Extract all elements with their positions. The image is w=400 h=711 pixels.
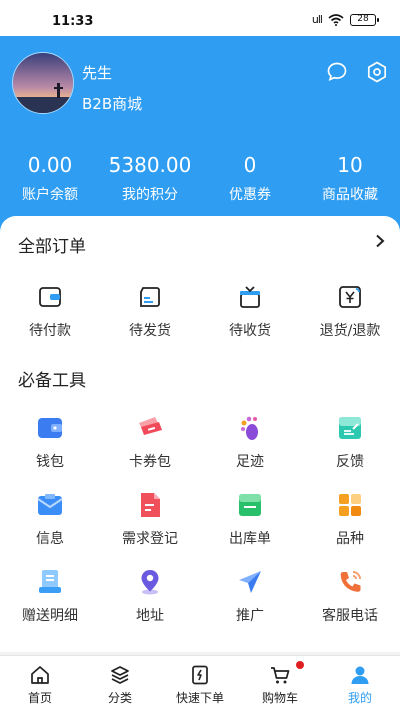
tool-label: 卡券包 <box>129 454 171 470</box>
tab-category[interactable]: 分类 <box>80 656 160 711</box>
feedback-icon <box>339 417 361 439</box>
message-icon[interactable] <box>325 60 349 84</box>
tool-label: 地址 <box>136 608 164 624</box>
location-icon <box>141 570 159 595</box>
gift-icon <box>240 286 260 308</box>
account-stats: 0.00 账户余额 5380.00 我的积分 0 优惠券 10 商品收藏 <box>0 150 400 206</box>
tool-label: 出库单 <box>229 531 271 547</box>
battery-icon: 28 <box>350 13 379 26</box>
tool-feedback[interactable]: 反馈 <box>300 413 400 471</box>
stat-points[interactable]: 5380.00 我的积分 <box>100 150 200 206</box>
stat-value: 10 <box>337 153 363 177</box>
order-pending-payment[interactable]: 待付款 <box>0 282 100 340</box>
order-status-label: 待发货 <box>129 323 171 339</box>
stat-value: 0 <box>243 153 257 177</box>
order-status-row: 待付款 待发货 待收货 退货/退款 <box>0 282 400 340</box>
profile-icon <box>351 666 369 684</box>
tool-label: 反馈 <box>336 454 364 470</box>
settings-icon[interactable] <box>365 60 389 84</box>
tool-footprint[interactable]: 足迹 <box>200 413 300 471</box>
tool-coupon[interactable]: 卡券包 <box>100 413 200 471</box>
box-icon <box>140 287 160 307</box>
tab-quick-order[interactable]: 快速下单 <box>160 656 240 711</box>
message-icon <box>37 494 63 515</box>
stat-label: 我的积分 <box>122 187 178 203</box>
category-icon <box>339 494 361 516</box>
stat-favorites[interactable]: 10 商品收藏 <box>300 150 400 206</box>
ticket-icon <box>139 417 162 435</box>
tool-demand-register[interactable]: 需求登记 <box>100 490 200 548</box>
stat-label: 商品收藏 <box>322 187 378 203</box>
status-indicators: ull 28 <box>311 13 379 26</box>
tool-label: 需求登记 <box>122 531 178 547</box>
order-refund[interactable]: 退货/退款 <box>300 282 400 340</box>
layers-icon <box>111 666 129 684</box>
cart-icon <box>271 667 290 684</box>
home-icon <box>31 666 49 684</box>
tool-label: 信息 <box>36 531 64 547</box>
phone-icon <box>340 571 361 592</box>
tab-label: 首页 <box>27 691 52 705</box>
wallet-icon <box>39 287 61 307</box>
document-icon <box>141 493 160 517</box>
tool-category[interactable]: 品种 <box>300 490 400 548</box>
avatar[interactable] <box>12 52 74 114</box>
quick-order-icon <box>192 665 208 685</box>
cart-badge-dot <box>296 661 304 669</box>
tool-label: 推广 <box>236 608 264 624</box>
tool-service-phone[interactable]: 客服电话 <box>300 567 400 625</box>
tool-message[interactable]: 信息 <box>0 490 100 548</box>
tab-label: 购物车 <box>261 691 298 705</box>
refund-icon <box>339 286 361 308</box>
stat-balance[interactable]: 0.00 账户余额 <box>0 150 100 206</box>
order-status-label: 待付款 <box>29 323 71 339</box>
tools-row: 信息 需求登记 出库单 品种 <box>0 490 400 548</box>
shop-name: B2B商城 <box>82 95 143 113</box>
main-card: 全部订单 待付款 待发货 待收货 退货/退款 必备工具 钱包 卡券包 足迹 反馈… <box>0 216 400 652</box>
tools-row: 赠送明细 地址 推广 客服电话 <box>0 567 400 625</box>
tool-label: 品种 <box>336 531 364 547</box>
tab-profile[interactable]: 我的 <box>320 656 400 711</box>
outbound-icon <box>239 494 261 516</box>
stat-value: 5380.00 <box>108 153 192 177</box>
stat-label: 账户余额 <box>22 187 78 203</box>
tab-label: 分类 <box>107 691 132 705</box>
tool-label: 赠送明细 <box>22 608 78 624</box>
user-name: 先生 <box>82 64 113 82</box>
tools-title: 必备工具 <box>18 371 86 391</box>
signal-icon: ull <box>311 13 323 26</box>
footprint-icon <box>241 416 258 440</box>
order-status-label: 待收货 <box>229 323 271 339</box>
stat-coupons[interactable]: 0 优惠券 <box>200 150 300 206</box>
tab-label: 我的 <box>347 691 372 705</box>
stat-value: 0.00 <box>27 153 73 177</box>
wifi-icon <box>328 13 344 26</box>
status-bar: 11:33 ull 28 <box>0 0 400 36</box>
stat-label: 优惠券 <box>229 187 271 203</box>
order-status-label: 退货/退款 <box>319 323 381 339</box>
orders-title[interactable]: 全部订单 <box>18 232 86 257</box>
wallet-icon <box>38 418 62 438</box>
tool-label: 足迹 <box>236 454 264 470</box>
tool-wallet[interactable]: 钱包 <box>0 413 100 471</box>
tool-promotion[interactable]: 推广 <box>200 567 300 625</box>
tool-label: 钱包 <box>36 454 64 470</box>
tool-label: 客服电话 <box>322 608 378 624</box>
share-icon <box>239 571 261 593</box>
chevron-right-icon[interactable] <box>374 234 386 248</box>
status-time: 11:33 <box>52 14 94 29</box>
profile-header: 先生 B2B商城 0.00 账户余额 5380.00 我的积分 0 优惠券 10… <box>0 36 400 236</box>
tab-home[interactable]: 首页 <box>0 656 80 711</box>
order-pending-receipt[interactable]: 待收货 <box>200 282 300 340</box>
tool-outbound-order[interactable]: 出库单 <box>200 490 300 548</box>
order-pending-shipment[interactable]: 待发货 <box>100 282 200 340</box>
bottom-tab-bar: 首页 分类 快速下单 购物车 我的 <box>0 655 400 711</box>
tab-label: 快速下单 <box>175 691 224 705</box>
tool-address[interactable]: 地址 <box>100 567 200 625</box>
tool-gift-details[interactable]: 赠送明细 <box>0 567 100 625</box>
tab-cart[interactable]: 购物车 <box>240 656 320 711</box>
tools-row: 钱包 卡券包 足迹 反馈 <box>0 413 400 471</box>
list-icon <box>39 570 61 593</box>
